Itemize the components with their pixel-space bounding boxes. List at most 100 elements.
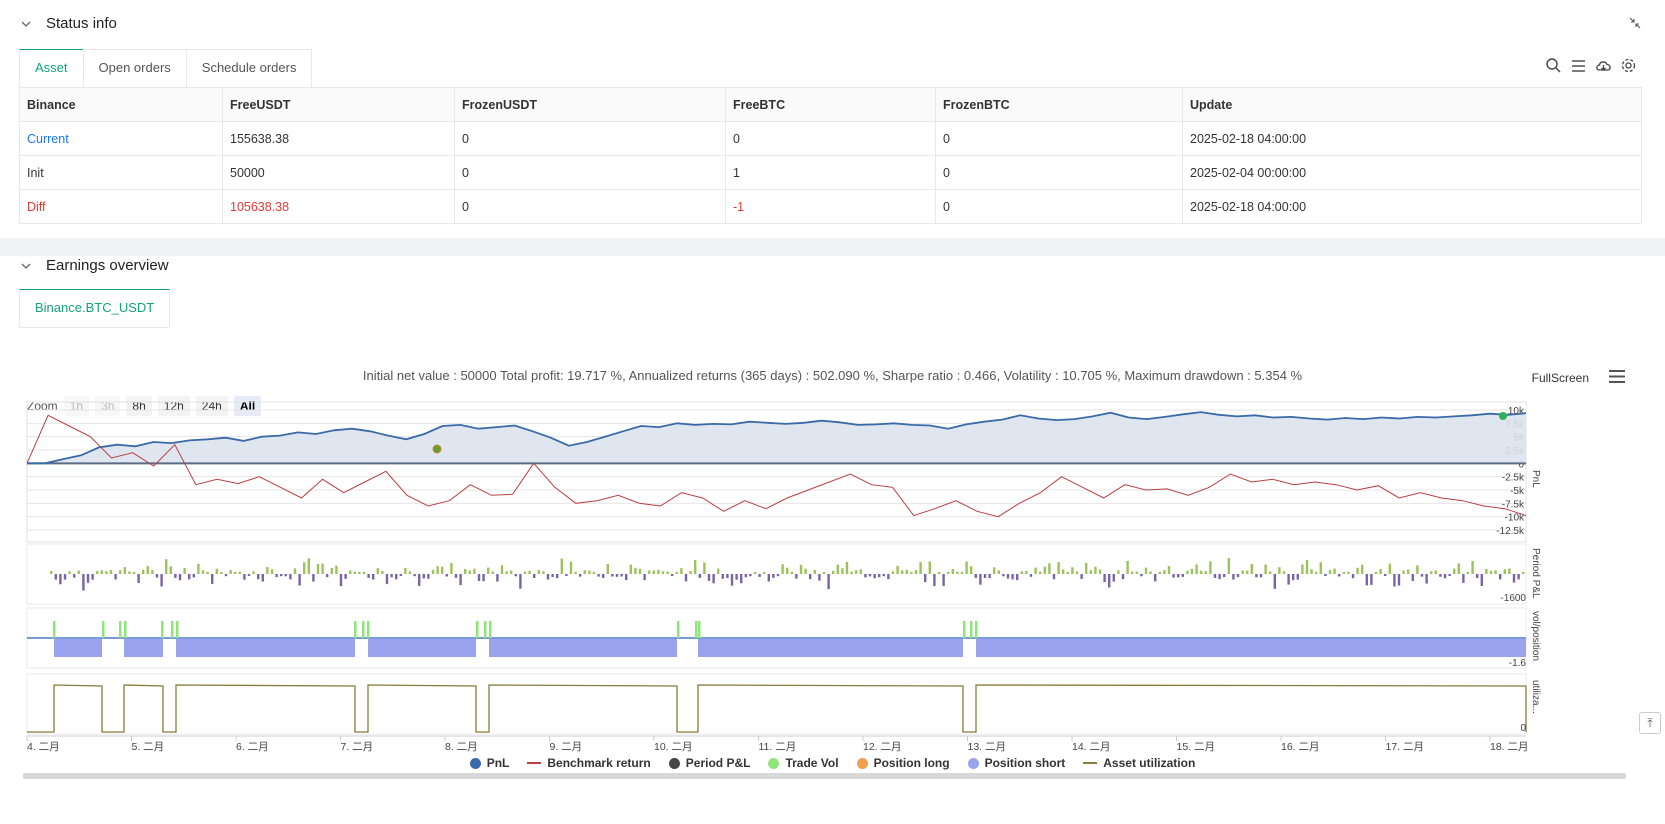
period-bar bbox=[436, 566, 439, 574]
x-tick-label: 4. 二月 bbox=[27, 741, 60, 753]
period-bar bbox=[201, 570, 205, 574]
period-bar bbox=[625, 574, 628, 581]
x-tick-label: 8. 二月 bbox=[445, 741, 478, 753]
cell: 0 bbox=[935, 155, 1183, 190]
period-bar bbox=[261, 574, 264, 582]
period-bar bbox=[827, 574, 830, 590]
period-bar bbox=[606, 564, 609, 574]
x-tick-label: 17. 二月 bbox=[1386, 741, 1425, 753]
period-bar bbox=[505, 571, 508, 574]
period-bar bbox=[620, 574, 623, 577]
period-bar bbox=[114, 574, 117, 580]
period-bar bbox=[1250, 564, 1253, 574]
legend-period-pnl[interactable]: Period P&L bbox=[668, 756, 750, 770]
period-bar bbox=[763, 572, 766, 574]
legend-position-short[interactable]: Position short bbox=[967, 756, 1065, 770]
period-bar bbox=[132, 571, 136, 574]
gear-icon[interactable] bbox=[1620, 57, 1637, 74]
cloud-download-icon[interactable] bbox=[1595, 57, 1612, 74]
chart-scrollbar[interactable] bbox=[23, 773, 1626, 779]
util-line bbox=[27, 684, 1527, 733]
col-frozenusdt: FrozenUSDT bbox=[454, 87, 726, 122]
period-bar bbox=[1043, 566, 1046, 574]
position-short-block bbox=[176, 639, 355, 657]
legend-dot-icon bbox=[768, 757, 780, 769]
tab-asset[interactable]: Asset bbox=[19, 49, 84, 87]
period-bar bbox=[160, 574, 163, 587]
period-bar bbox=[1489, 570, 1493, 574]
trade-vol-bar bbox=[161, 621, 164, 638]
period-bar bbox=[165, 559, 168, 574]
period-bar bbox=[1333, 568, 1336, 574]
period-bar bbox=[1016, 574, 1019, 581]
scroll-to-top-button[interactable]: ⤒ bbox=[1639, 712, 1661, 734]
period-bar bbox=[822, 572, 826, 574]
search-icon[interactable] bbox=[1545, 57, 1562, 74]
position-short-block bbox=[54, 639, 102, 657]
period-bar bbox=[1103, 574, 1106, 582]
legend-benchmark[interactable]: Benchmark return bbox=[527, 756, 651, 770]
tab-schedule-orders[interactable]: Schedule orders bbox=[185, 49, 313, 87]
earnings-chart: 10k7.5k5k2.5k0-2.5k-5k-7.5k-10k-12.5kPnL… bbox=[26, 401, 1541, 753]
period-bar bbox=[109, 570, 113, 574]
tab-open-orders[interactable]: Open orders bbox=[82, 49, 187, 87]
status-info-header[interactable]: Status info bbox=[20, 15, 117, 32]
period-bar bbox=[579, 574, 582, 577]
period-bar bbox=[1066, 571, 1069, 574]
period-bar bbox=[234, 571, 237, 574]
period-bar bbox=[1057, 562, 1060, 574]
period-bar bbox=[1402, 570, 1405, 574]
period-bar bbox=[583, 570, 586, 574]
period-bar bbox=[1296, 574, 1299, 580]
period-bar bbox=[1052, 574, 1056, 580]
list-icon[interactable] bbox=[1570, 57, 1587, 74]
period-bar bbox=[845, 562, 849, 574]
asset-table: Binance FreeUSDT FrozenUSDT FreeBTC Froz… bbox=[19, 87, 1642, 224]
collapse-icon[interactable] bbox=[1629, 17, 1641, 29]
period-bar bbox=[602, 574, 605, 578]
period-bar bbox=[1131, 571, 1134, 574]
period-bar bbox=[1190, 568, 1194, 574]
period-bar bbox=[477, 574, 481, 581]
legend-dot-icon bbox=[967, 757, 979, 769]
period-bar bbox=[1278, 567, 1281, 574]
period-bar bbox=[390, 574, 393, 578]
period-bar bbox=[298, 574, 301, 586]
period-bar bbox=[367, 574, 370, 578]
row-label-current[interactable]: Current bbox=[19, 121, 223, 156]
period-bar bbox=[445, 574, 448, 577]
pnl-pane-label: PnL bbox=[1530, 470, 1541, 488]
col-freebtc: FreeBTC bbox=[725, 87, 936, 122]
period-bar bbox=[721, 574, 724, 579]
period-bar bbox=[836, 564, 839, 574]
cell: 155638.38 bbox=[222, 121, 455, 156]
period-bar bbox=[684, 574, 688, 582]
row-label-diff: Diff bbox=[19, 189, 223, 224]
period-bar bbox=[137, 574, 140, 583]
legend-pnl[interactable]: PnL bbox=[469, 756, 509, 770]
period-bar bbox=[197, 563, 200, 574]
period-bar bbox=[1186, 570, 1189, 574]
legend-asset-utilization[interactable]: Asset utilization bbox=[1083, 756, 1195, 770]
period-bar bbox=[229, 570, 232, 574]
period-bar bbox=[491, 571, 494, 574]
pnl-axis-label: -2.5k bbox=[1502, 473, 1525, 484]
period-bar bbox=[970, 566, 973, 574]
period-bar bbox=[947, 571, 950, 574]
period-bar bbox=[707, 574, 711, 581]
period-bar bbox=[928, 561, 931, 574]
period-bar bbox=[1241, 570, 1244, 574]
period-bar bbox=[740, 574, 743, 584]
period-bar bbox=[1195, 564, 1198, 574]
period-bar bbox=[454, 574, 458, 578]
period-bar bbox=[1351, 574, 1355, 579]
period-bar bbox=[413, 574, 416, 577]
period-bar bbox=[1443, 574, 1447, 579]
legend-trade-vol[interactable]: Trade Vol bbox=[768, 756, 839, 770]
period-bar bbox=[376, 568, 379, 574]
legend-position-long[interactable]: Position long bbox=[856, 756, 950, 770]
period-bar bbox=[1407, 569, 1410, 574]
period-bar bbox=[169, 566, 172, 574]
row-label-init: Init bbox=[19, 155, 223, 190]
period-bar bbox=[694, 560, 697, 574]
